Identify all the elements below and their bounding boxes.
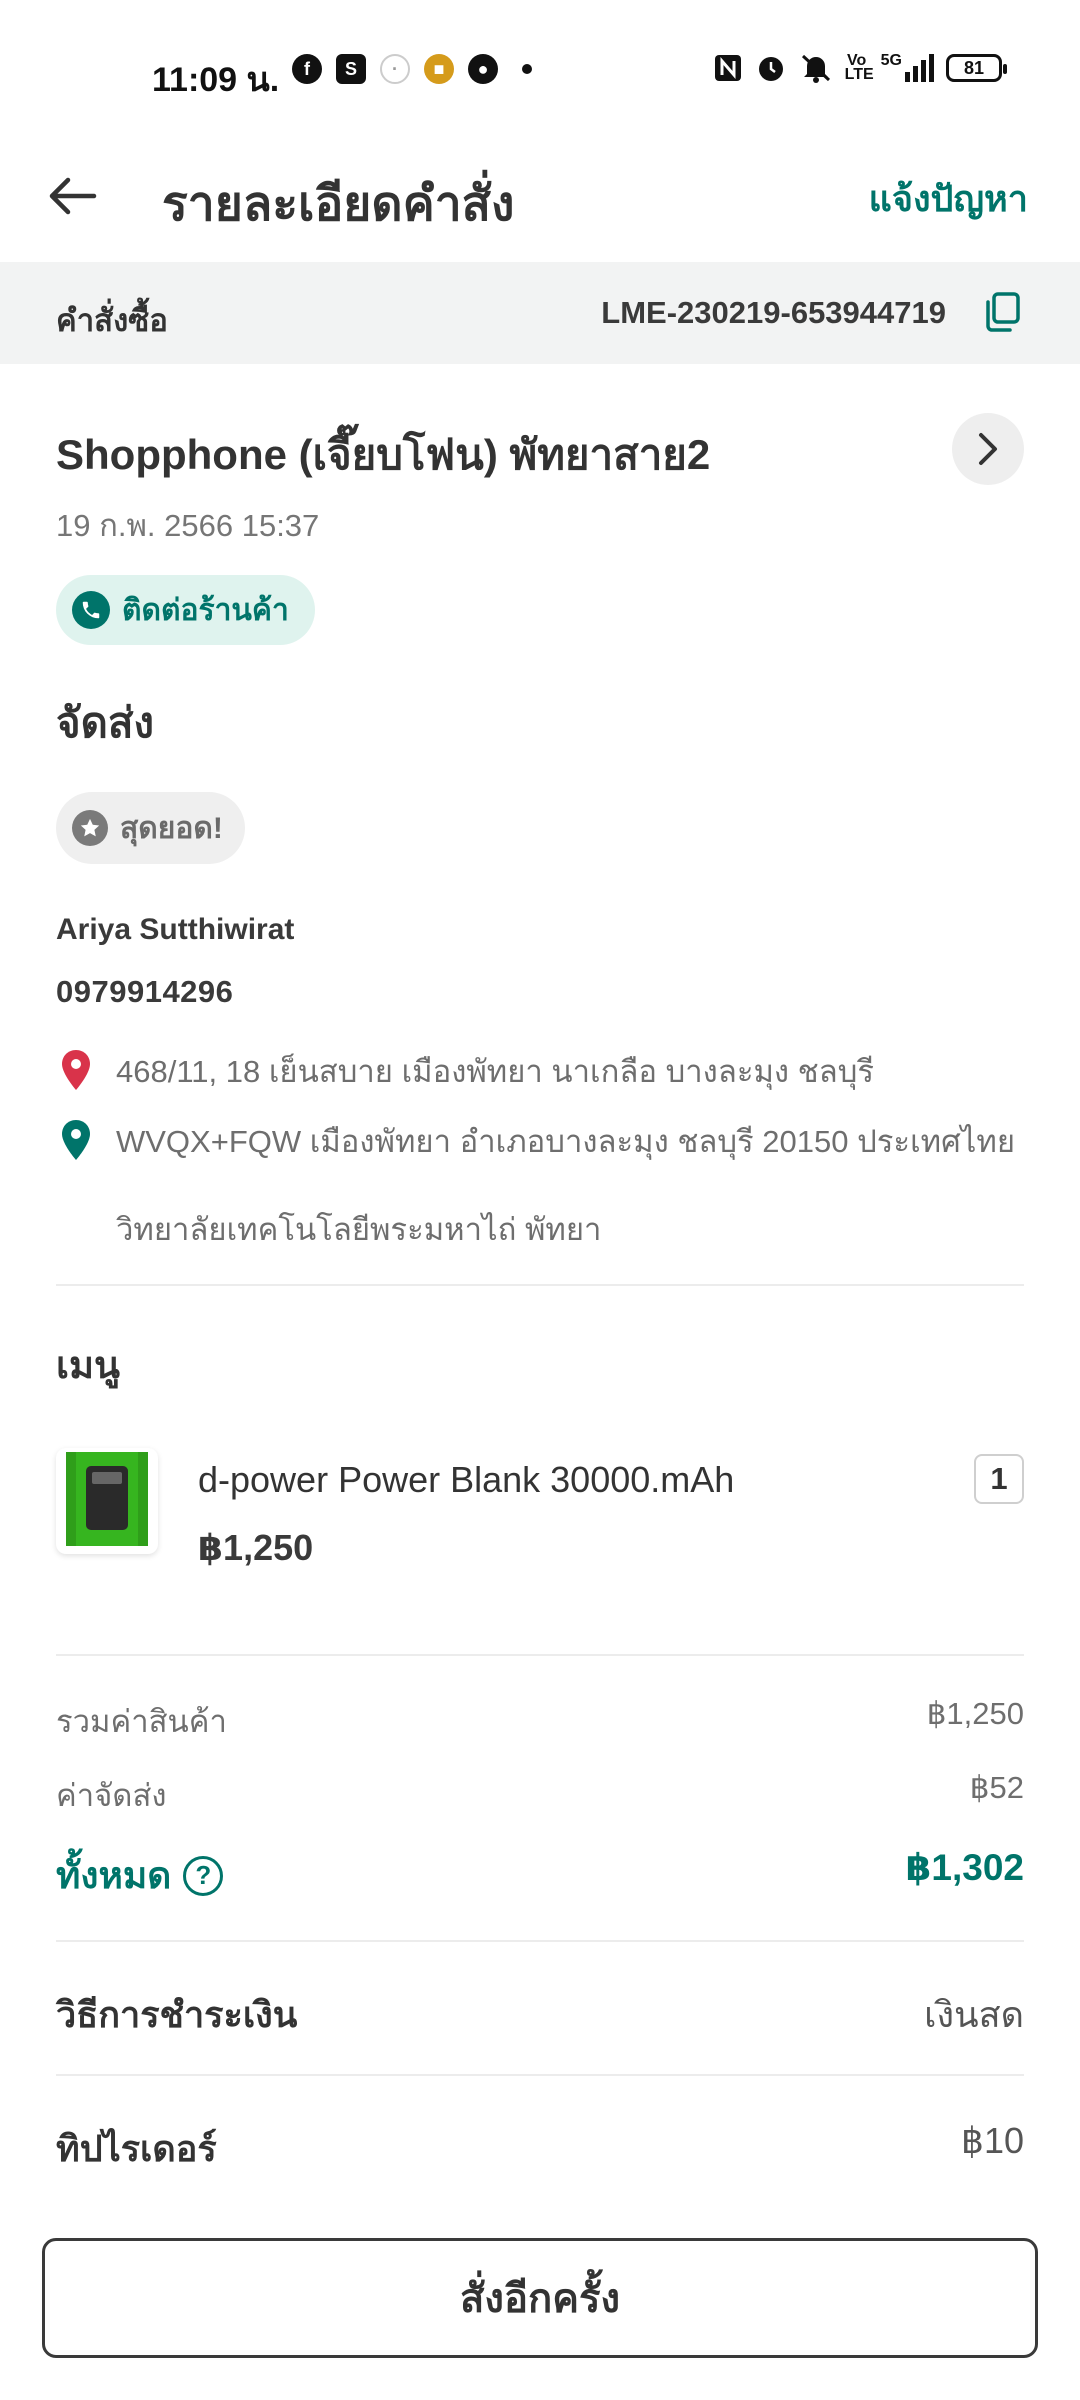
reorder-button[interactable]: สั่งอีกครั้ง <box>42 2238 1038 2358</box>
customer-name: Ariya Sutthiwirat <box>56 913 295 946</box>
location-pin-icon <box>62 1050 90 1090</box>
dropoff-address-row: WVQX+FQW เมืองพัทยา อำเภอบางละมุง ชลบุรี… <box>56 1116 1015 1166</box>
divider <box>56 1284 1024 1286</box>
chevron-right-icon <box>979 433 997 465</box>
status-bar: 11:09 น. f S · ■ ● Vo LTE 5G 81 <box>0 0 1080 140</box>
order-id-bar: คำสั่งซื้อ LME-230219-653944719 <box>0 262 1080 364</box>
total-value: ฿1,302 <box>905 1847 1024 1888</box>
lineman-icon: ■ <box>424 54 454 84</box>
quantity-badge: 1 <box>974 1454 1024 1504</box>
notification-icons: f S · ■ ● <box>292 54 532 84</box>
delivery-title: จัดส่ง <box>56 699 155 746</box>
help-icon[interactable]: ? <box>183 1855 224 1896</box>
location-pin-icon <box>62 1120 90 1160</box>
subtotal-label: รวมค่าสินค้า <box>56 1704 227 1739</box>
order-label: คำสั่งซื้อ <box>56 303 168 338</box>
order-date: 19 ก.พ. 2566 15:37 <box>56 508 320 543</box>
product-price: ฿1,250 <box>198 1527 314 1568</box>
divider <box>56 1940 1024 1942</box>
customer-phone: 0979914296 <box>56 974 234 1009</box>
network-type: 5G <box>880 52 902 69</box>
divider <box>56 2074 1024 2076</box>
phone-icon <box>72 591 110 629</box>
rating-badge: สุดยอด! <box>56 792 245 864</box>
facebook-icon: f <box>292 54 322 84</box>
pickup-address-row: 468/11, 18 เย็นสบาย เมืองพัทยา นาเกลือ บ… <box>56 1046 874 1096</box>
product-name: d-power Power Blank 30000.mAh <box>198 1459 735 1500</box>
alarm-icon <box>758 57 783 81</box>
store-name[interactable]: Shopphone (เจี๊ยบโฟน) พัทยาสาย2 <box>56 422 710 488</box>
ghost-icon: · <box>380 54 410 84</box>
dropoff-note: วิทยาลัยเทคโนโลยีพระมหาไถ่ พัทยา <box>116 1212 602 1247</box>
arrow-left-icon <box>49 177 97 215</box>
power-bank-image <box>66 1452 148 1546</box>
store-details-button[interactable] <box>952 413 1024 485</box>
menu-title: เมนู <box>56 1345 121 1387</box>
order-id: LME-230219-653944719 <box>601 295 946 330</box>
product-image <box>56 1448 158 1554</box>
system-icons: Vo LTE 5G 81 <box>713 52 1007 84</box>
subtotal-value: ฿1,250 <box>926 1696 1024 1731</box>
rider-tip-label: ทิปไรเดอร์ <box>56 2128 217 2169</box>
rating-badge-label: สุดยอด! <box>120 811 223 845</box>
page-title: รายละเอียดคำสั่ง <box>162 178 515 231</box>
copy-icon[interactable] <box>980 290 1024 334</box>
total-label-row[interactable]: ทั้งหมด ? <box>56 1846 224 1905</box>
payment-method-value: เงินสด <box>924 1994 1024 2035</box>
volte-icon: Vo LTE <box>844 52 874 83</box>
dropoff-address: WVQX+FQW เมืองพัทยา อำเภอบางละมุง ชลบุรี… <box>116 1124 1015 1159</box>
total-label: ทั้งหมด <box>56 1855 172 1896</box>
contact-store-button[interactable]: ติดต่อร้านค้า <box>56 575 315 645</box>
contact-store-label: ติดต่อร้านค้า <box>122 593 289 627</box>
battery-icon: 81 <box>946 54 1007 82</box>
star-icon <box>72 810 108 846</box>
5g-signal-icon: 5G <box>880 52 934 82</box>
shopping-bag-icon: S <box>336 54 366 84</box>
payment-method-label: วิธีการชำระเงิน <box>56 1994 298 2035</box>
reddit-icon: ● <box>468 54 498 84</box>
report-problem-link[interactable]: แจ้งปัญหา <box>869 170 1028 227</box>
delivery-fee-label: ค่าจัดส่ง <box>56 1778 167 1813</box>
delivery-fee-value: ฿52 <box>969 1770 1024 1805</box>
pickup-address: 468/11, 18 เย็นสบาย เมืองพัทยา นาเกลือ บ… <box>116 1054 875 1089</box>
dot-icon <box>522 64 532 74</box>
divider <box>56 1654 1024 1656</box>
back-button[interactable] <box>40 164 104 228</box>
nfc-icon <box>714 55 741 81</box>
status-time: 11:09 น. <box>152 61 280 99</box>
rider-tip-value: ฿10 <box>961 2120 1024 2161</box>
app-header: รายละเอียดคำสั่ง แจ้งปัญหา <box>0 140 1080 260</box>
mute-icon <box>801 54 830 83</box>
